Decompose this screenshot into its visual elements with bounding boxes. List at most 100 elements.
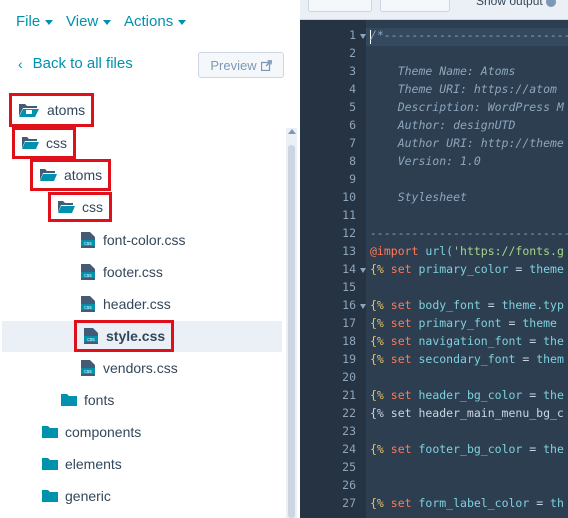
tree-item-label: header.css bbox=[103, 296, 171, 312]
folder-icon bbox=[42, 458, 58, 470]
code-line: Version: 1.0 bbox=[370, 154, 481, 168]
line-number: 23 bbox=[342, 424, 356, 438]
line-number: 26 bbox=[342, 478, 356, 492]
show-output-toggle[interactable]: Show output bbox=[476, 0, 557, 8]
code-line: Author URI: http://theme bbox=[370, 136, 564, 150]
tree-item-fonts[interactable]: fonts bbox=[61, 386, 114, 414]
line-number: 18 bbox=[342, 334, 356, 348]
code-line: Theme URI: https://atom bbox=[370, 82, 557, 96]
line-number: 5 bbox=[349, 100, 356, 114]
line-number: 17 bbox=[342, 316, 356, 330]
scroll-up-arrow-icon[interactable] bbox=[288, 129, 296, 134]
line-number: 15 bbox=[342, 280, 356, 294]
line-number: 4 bbox=[349, 82, 356, 96]
line-number: 2 bbox=[349, 46, 356, 60]
toolbar-button[interactable] bbox=[380, 0, 450, 12]
file-panel: File View Actions ‹ Back to all files Pr… bbox=[0, 0, 298, 518]
tree-item-label: css bbox=[82, 199, 103, 215]
tree-item-label: elements bbox=[65, 456, 122, 472]
fold-arrow-icon[interactable] bbox=[360, 304, 366, 309]
tree-item-label: generic bbox=[65, 488, 111, 504]
tree-item-css[interactable]: css bbox=[12, 127, 76, 159]
folder-open-icon bbox=[58, 201, 75, 213]
line-number: 12 bbox=[342, 226, 356, 240]
line-number: 7 bbox=[349, 136, 356, 150]
code-line: {% set footer_bg_color = the bbox=[370, 442, 564, 456]
tree-item-header-css[interactable]: css header.css bbox=[80, 290, 171, 318]
folder-open-icon bbox=[22, 137, 39, 149]
folder-open-icon bbox=[40, 169, 57, 181]
folder-open-icon bbox=[19, 104, 39, 117]
tree-item-atoms-root[interactable]: atoms bbox=[8, 93, 95, 127]
tree-item-css-nested[interactable]: css bbox=[48, 192, 112, 222]
tree-item-label: style.css bbox=[106, 328, 166, 344]
line-number: 11 bbox=[342, 208, 356, 222]
tree-item-label: fonts bbox=[84, 392, 115, 408]
code-line: {% set navigation_font = the bbox=[370, 334, 564, 348]
back-to-all-files-link[interactable]: ‹ Back to all files bbox=[18, 55, 133, 72]
tree-item-generic[interactable]: generic bbox=[42, 482, 111, 510]
code-line: {% set header_bg_color = the bbox=[370, 388, 564, 402]
line-number: 19 bbox=[342, 352, 356, 366]
css-file-icon: css bbox=[81, 264, 95, 280]
line-number: 14 bbox=[342, 262, 356, 276]
info-icon bbox=[546, 0, 557, 7]
tree-item-font-color-css[interactable]: css font-color.css bbox=[80, 226, 185, 254]
actions-menu[interactable]: Actions bbox=[124, 13, 187, 30]
code-line: @import url('https://fonts.g bbox=[370, 244, 564, 258]
chevron-left-icon: ‹ bbox=[18, 55, 23, 72]
code-line: Description: WordPress M bbox=[370, 100, 564, 114]
folder-icon bbox=[42, 426, 58, 438]
code-line: {% set primary_color = theme bbox=[370, 262, 564, 276]
actions-menu-label: Actions bbox=[124, 13, 174, 30]
tree-item-label: components bbox=[65, 424, 142, 440]
line-number: 8 bbox=[349, 154, 356, 168]
tree-item-footer-css[interactable]: css footer.css bbox=[80, 258, 163, 286]
editor-toolbar: Show output bbox=[300, 0, 568, 20]
line-number: 25 bbox=[342, 460, 356, 474]
code-line: ---------------------------------- bbox=[370, 226, 568, 240]
tree-item-atoms[interactable]: atoms bbox=[29, 159, 112, 191]
file-menu[interactable]: File bbox=[16, 13, 54, 30]
tree-item-elements[interactable]: elements bbox=[42, 450, 122, 478]
code-line: Author: designUTD bbox=[370, 118, 516, 132]
svg-text:css: css bbox=[84, 369, 92, 375]
tree-item-label: css bbox=[46, 135, 67, 151]
fold-arrow-icon[interactable] bbox=[360, 34, 366, 39]
file-menu-label: File bbox=[16, 13, 41, 30]
code-line: /*--------------------------------- bbox=[370, 28, 568, 42]
code-line: {% set body_font = theme.typ bbox=[370, 298, 564, 312]
tree-item-vendors-css[interactable]: css vendors.css bbox=[80, 354, 178, 382]
line-number: 6 bbox=[349, 118, 356, 132]
line-number: 9 bbox=[349, 172, 356, 186]
code-editor[interactable]: Show output 1 /*-------------------------… bbox=[300, 0, 568, 518]
code-line: {% set secondary_font = them bbox=[370, 352, 564, 366]
back-link-label: Back to all files bbox=[32, 55, 133, 72]
css-file-icon: css bbox=[84, 328, 98, 344]
folder-icon bbox=[61, 394, 77, 406]
line-number: 20 bbox=[342, 370, 356, 384]
tree-item-label: atoms bbox=[47, 102, 86, 118]
tree-item-components[interactable]: components bbox=[42, 418, 141, 446]
code-line: {% set primary_font = theme bbox=[370, 316, 557, 330]
code-line: {% set header_main_menu_bg_c bbox=[370, 406, 564, 420]
css-file-icon: css bbox=[81, 232, 95, 248]
chevron-down-icon bbox=[45, 20, 54, 25]
code-line: Theme Name: Atoms bbox=[370, 64, 516, 78]
toolbar-button[interactable] bbox=[308, 0, 372, 12]
preview-button-label: Preview bbox=[210, 57, 257, 73]
fold-arrow-icon[interactable] bbox=[360, 268, 366, 273]
line-number: 27 bbox=[342, 496, 356, 510]
css-file-icon: css bbox=[81, 296, 95, 312]
line-number: 3 bbox=[349, 64, 356, 78]
external-link-icon bbox=[260, 59, 272, 71]
tree-item-label: vendors.css bbox=[103, 360, 178, 376]
view-menu[interactable]: View bbox=[66, 13, 112, 30]
line-number: 22 bbox=[342, 406, 356, 420]
preview-button[interactable]: Preview bbox=[198, 52, 284, 78]
tree-item-style-css[interactable]: css style.css bbox=[73, 320, 175, 352]
view-menu-label: View bbox=[66, 13, 99, 30]
tree-scrollbar-thumb[interactable] bbox=[288, 145, 295, 518]
folder-icon bbox=[42, 490, 58, 502]
tree-item-label: atoms bbox=[64, 167, 103, 183]
